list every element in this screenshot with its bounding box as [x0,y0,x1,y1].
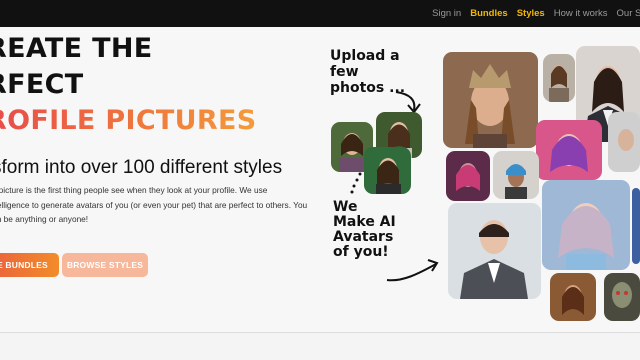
hero-title-line-2: RFECT [0,69,84,100]
browse-styles-button[interactable]: BROWSE STYLES [62,253,148,277]
avatar-zombie [604,273,640,321]
dotted-line-icon [350,172,362,194]
hero-subtitle: sform into over 100 different styles [0,157,283,178]
avatar-small-top [543,54,575,102]
avatar-game-woman [550,273,596,321]
nav-links: Sign in Bundles Styles How it works Our … [423,0,640,27]
avatar-colorful-hair [536,120,602,180]
next-section [0,333,640,360]
avatar-warrior [443,52,538,148]
avatar-blue-side [632,188,640,264]
avatar-fantasy-pink [446,151,490,201]
avatar-grey-side [608,112,640,172]
nav-our-styles[interactable]: Our St [617,8,640,19]
use-bundles-button[interactable]: SE BUNDLES [0,253,59,277]
avatar-anime-girl [542,180,630,270]
top-navbar: Sign in Bundles Styles How it works Our … [0,0,640,27]
avatar-business-man [448,203,541,299]
nav-how-it-works[interactable]: How it works [554,8,608,19]
nav-sign-in[interactable]: Sign in [432,8,461,19]
ai-avatars-caption: We Make AI Avatars of you! [333,199,396,260]
sample-photo-3 [364,147,411,194]
hero-title-line-1: REATE THE [0,33,153,64]
nav-styles[interactable]: Styles [517,8,545,19]
hero-title-line-3: ROFILE PICTURES [0,105,256,136]
curved-arrow-right-icon [386,259,439,282]
nav-bundles[interactable]: Bundles [470,8,507,19]
hero-paragraph: ile picture is the first thing people se… [0,185,308,224]
avatar-turban [493,151,539,199]
